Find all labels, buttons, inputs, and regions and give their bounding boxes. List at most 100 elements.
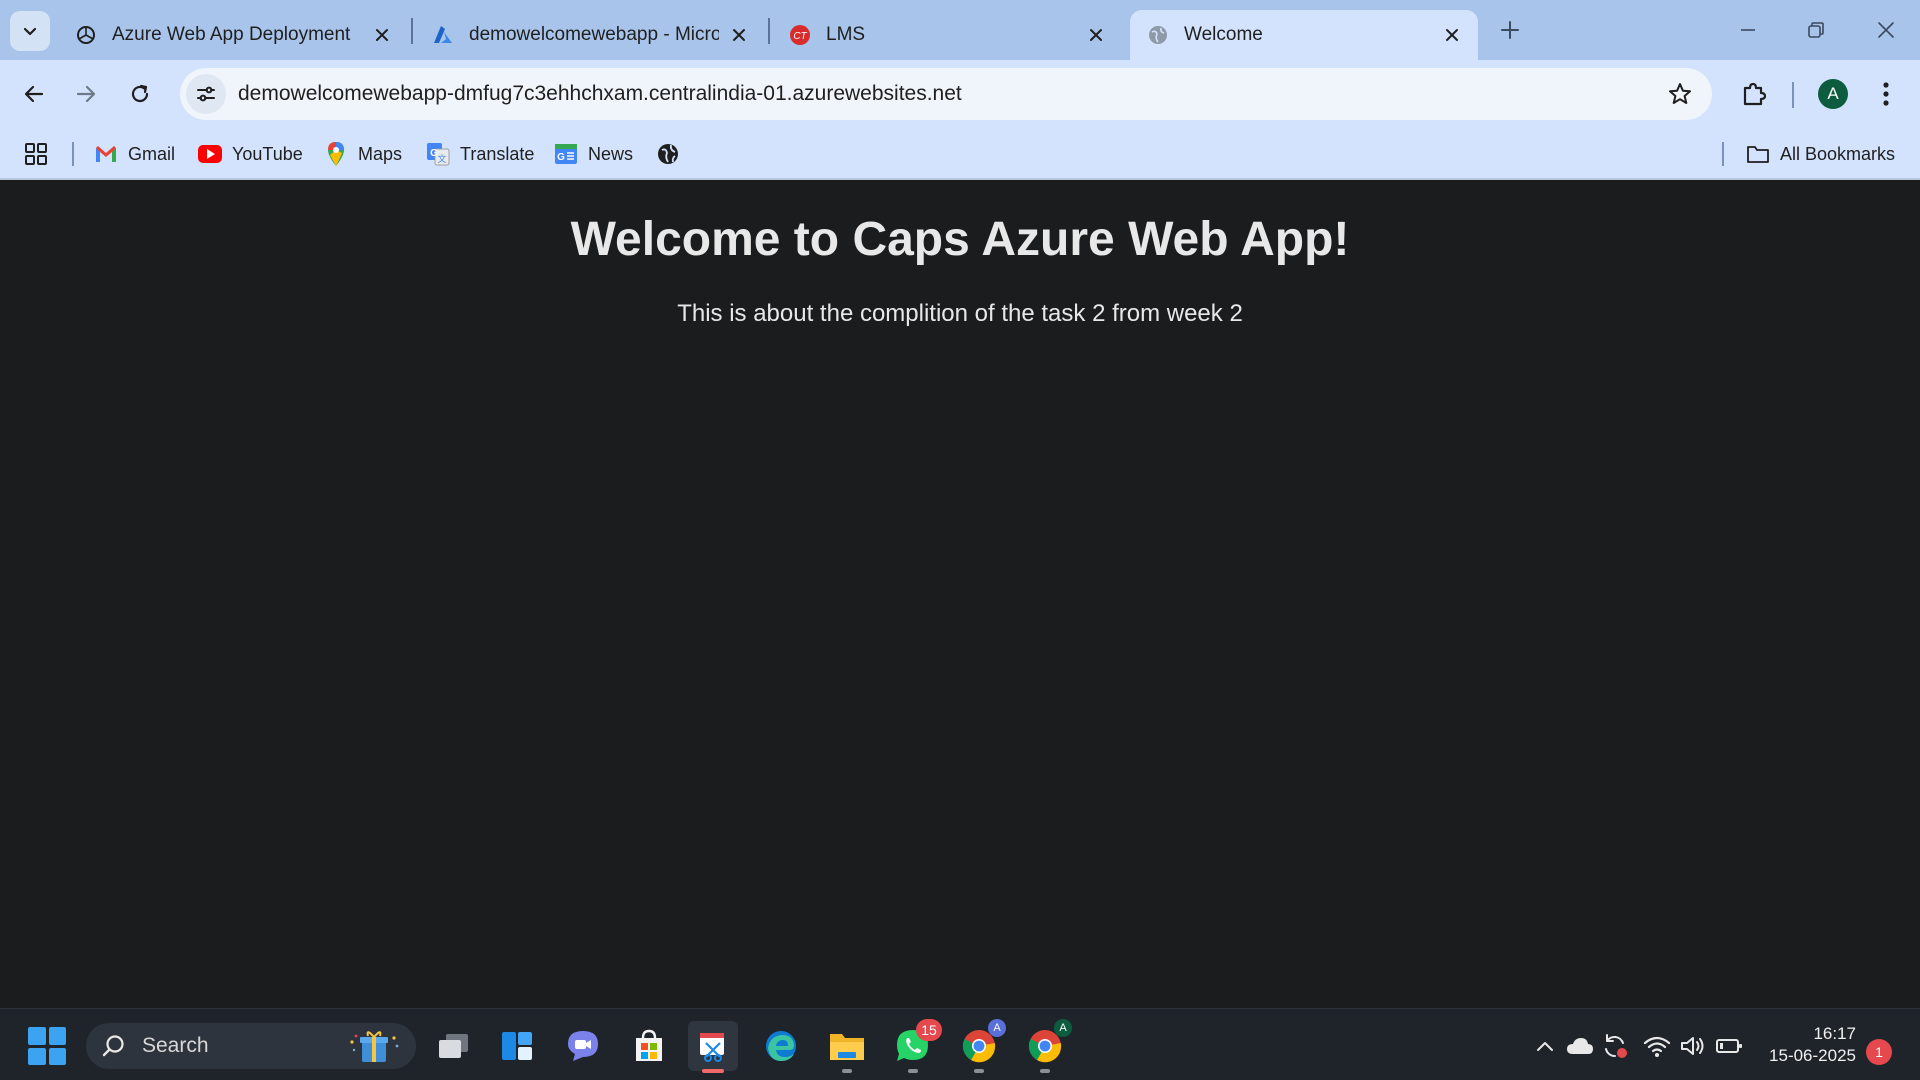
task-view-icon bbox=[439, 1034, 468, 1058]
taskbar-chrome-profile-1[interactable]: A bbox=[954, 1019, 1006, 1073]
volume-button[interactable] bbox=[1678, 1031, 1708, 1061]
bookmarks-divider bbox=[1722, 142, 1724, 166]
back-button[interactable] bbox=[14, 74, 54, 114]
battery-button[interactable] bbox=[1714, 1031, 1744, 1061]
bookmark-label: Translate bbox=[460, 143, 535, 164]
svg-text:CT: CT bbox=[793, 31, 807, 42]
address-bar[interactable]: demowelcomewebapp-dmfug7c3ehhchxam.centr… bbox=[180, 68, 1712, 120]
wifi-button[interactable] bbox=[1642, 1031, 1672, 1061]
profile-avatar[interactable]: A bbox=[1818, 79, 1848, 109]
minimize-icon bbox=[1741, 29, 1755, 31]
reload-button[interactable] bbox=[120, 74, 160, 114]
running-indicator bbox=[1040, 1069, 1050, 1073]
restore-button[interactable] bbox=[1792, 10, 1840, 50]
taskbar-chrome-profile-2[interactable]: A bbox=[1020, 1019, 1072, 1073]
tab-azure-web-app-deployment[interactable]: Azure Web App Deployment bbox=[58, 10, 408, 60]
more-vertical-icon bbox=[1883, 82, 1889, 106]
bookmark-youtube[interactable]: YouTube bbox=[198, 138, 303, 170]
openai-icon bbox=[74, 23, 98, 47]
page-heading: Welcome to Caps Azure Web App! bbox=[570, 213, 1350, 266]
tab-strip: Azure Web App Deployment demowelcomeweba… bbox=[0, 0, 1920, 60]
taskbar-widgets[interactable] bbox=[492, 1021, 542, 1071]
bookmark-maps[interactable]: Maps bbox=[324, 138, 402, 170]
svg-text:文: 文 bbox=[437, 153, 446, 164]
cloud-icon bbox=[1567, 1038, 1593, 1054]
tab-demowelcomewebapp-azure[interactable]: demowelcomewebapp - Microsoft Azure bbox=[415, 10, 765, 60]
battery-icon bbox=[1716, 1039, 1742, 1053]
close-tab-icon[interactable] bbox=[1084, 23, 1108, 47]
bookmark-label: YouTube bbox=[232, 143, 303, 164]
tab-welcome[interactable]: Welcome bbox=[1130, 10, 1478, 60]
running-indicator bbox=[842, 1069, 852, 1073]
close-tab-icon[interactable] bbox=[370, 23, 394, 47]
gift-icon bbox=[344, 1027, 404, 1065]
taskbar-file-explorer[interactable] bbox=[822, 1021, 872, 1073]
azure-icon bbox=[431, 23, 455, 47]
tab-lms[interactable]: CT LMS bbox=[772, 10, 1122, 60]
forward-button[interactable] bbox=[66, 74, 106, 114]
clock-time: 16:17 bbox=[1813, 1024, 1856, 1043]
snipping-tool-icon bbox=[700, 1033, 724, 1062]
taskbar-clock[interactable]: 16:17 15-06-2025 bbox=[1756, 1023, 1856, 1067]
new-tab-button[interactable] bbox=[1494, 14, 1526, 46]
bookmark-label: Gmail bbox=[128, 143, 176, 164]
bookmark-label: Maps bbox=[358, 143, 403, 164]
bookmarks-divider bbox=[72, 142, 74, 166]
running-indicator bbox=[908, 1069, 918, 1073]
close-tab-icon[interactable] bbox=[727, 23, 751, 47]
puzzle-icon bbox=[1743, 82, 1767, 106]
windows-taskbar: Search 15 A A 16:17 15-06-2025 1 bbox=[0, 1008, 1920, 1080]
extensions-button[interactable] bbox=[1734, 74, 1774, 114]
globe-icon bbox=[1146, 23, 1170, 47]
bookmark-gmail[interactable]: Gmail bbox=[94, 138, 175, 170]
minimize-button[interactable] bbox=[1724, 10, 1772, 50]
show-hidden-icons-button[interactable] bbox=[1530, 1031, 1560, 1061]
svg-text:G: G bbox=[557, 152, 565, 163]
browser-toolbar: demowelcomewebapp-dmfug7c3ehhchxam.centr… bbox=[0, 60, 1920, 128]
taskbar-search[interactable]: Search bbox=[86, 1023, 416, 1069]
edge-icon bbox=[766, 1031, 796, 1061]
running-indicator bbox=[974, 1069, 984, 1073]
close-window-button[interactable] bbox=[1862, 10, 1910, 50]
url-text[interactable]: demowelcomewebapp-dmfug7c3ehhchxam.centr… bbox=[238, 82, 962, 106]
start-button[interactable] bbox=[28, 1027, 66, 1065]
taskbar-whatsapp[interactable]: 15 bbox=[888, 1019, 942, 1073]
taskbar-task-view[interactable] bbox=[428, 1021, 478, 1071]
tab-title: LMS bbox=[826, 24, 866, 45]
bookmark-site[interactable] bbox=[656, 138, 680, 170]
close-tab-icon[interactable] bbox=[1440, 23, 1464, 47]
all-bookmarks-button[interactable]: All Bookmarks bbox=[1746, 138, 1895, 170]
sync-status-button[interactable] bbox=[1600, 1031, 1630, 1061]
tab-title: Welcome bbox=[1184, 24, 1263, 45]
profile-badge: A bbox=[988, 1019, 1006, 1037]
news-icon: G bbox=[554, 142, 578, 166]
reload-icon bbox=[131, 84, 149, 103]
lms-icon: CT bbox=[788, 23, 812, 47]
wifi-icon bbox=[1643, 1036, 1671, 1057]
taskbar-microsoft-store[interactable] bbox=[624, 1021, 674, 1071]
sync-error-icon bbox=[1605, 1034, 1627, 1058]
site-info-button[interactable] bbox=[186, 74, 226, 114]
tab-search-button[interactable] bbox=[10, 11, 50, 51]
taskbar-edge[interactable] bbox=[756, 1021, 806, 1071]
windows-logo-icon bbox=[28, 1027, 46, 1045]
apps-button[interactable] bbox=[24, 138, 48, 170]
close-icon bbox=[1878, 22, 1894, 38]
chevron-down-icon bbox=[23, 27, 37, 36]
bookmark-news[interactable]: G News bbox=[554, 138, 633, 170]
taskbar-teams-meet[interactable] bbox=[558, 1021, 608, 1071]
bookmark-translate[interactable]: G文 Translate bbox=[426, 138, 534, 170]
store-icon bbox=[636, 1029, 662, 1061]
notification-badge[interactable]: 1 bbox=[1866, 1039, 1892, 1065]
arrow-right-icon bbox=[76, 85, 96, 103]
unread-badge: 15 bbox=[916, 1019, 942, 1041]
browser-menu-button[interactable] bbox=[1870, 74, 1902, 114]
onedrive-button[interactable] bbox=[1565, 1031, 1595, 1061]
globe-icon bbox=[658, 144, 678, 164]
running-indicator bbox=[702, 1069, 724, 1073]
bookmark-star-button[interactable] bbox=[1664, 78, 1696, 110]
tab-separator bbox=[411, 18, 413, 44]
taskbar-snipping-tool[interactable] bbox=[688, 1021, 738, 1073]
bookmarks-bar: Gmail YouTube Maps G文 Translate G News A… bbox=[0, 128, 1920, 180]
youtube-icon bbox=[198, 142, 222, 166]
